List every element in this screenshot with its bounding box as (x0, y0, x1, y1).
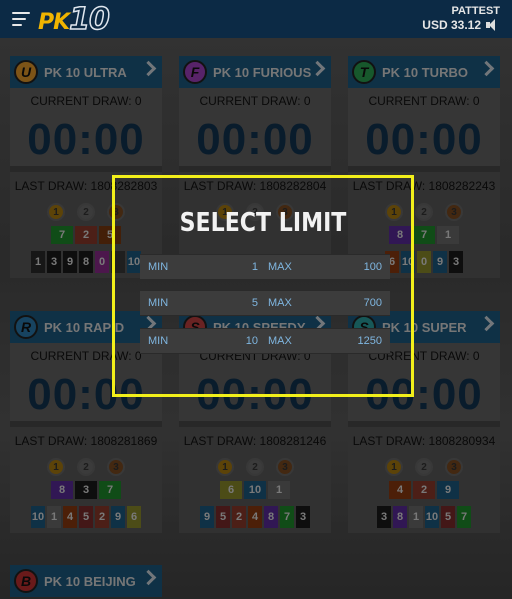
max-value: 100 (363, 261, 382, 273)
limit-option-row[interactable]: MIN 10 MAX 1250 (140, 328, 390, 354)
min-value: 5 (251, 297, 258, 309)
max-value: 700 (363, 297, 382, 309)
min-value: 10 (245, 335, 258, 347)
limit-option-row[interactable]: MIN 1 MAX 100 (140, 254, 390, 280)
max-label: MAX (268, 261, 292, 273)
user-info: PATTEST USD 33.12 (422, 4, 500, 32)
max-value: 1250 (357, 335, 382, 347)
username: PATTEST (451, 5, 500, 17)
hamburger-menu-icon[interactable] (12, 12, 30, 26)
min-label: MIN (148, 261, 169, 273)
sound-icon[interactable] (486, 19, 500, 31)
pk10-logo: PK10 (38, 1, 111, 38)
limit-option-row[interactable]: MIN 5 MAX 700 (140, 290, 390, 316)
balance: USD 33.12 (422, 18, 481, 32)
min-value: 1 (251, 261, 258, 273)
max-label: MAX (268, 297, 292, 309)
top-bar: PK10 PATTEST USD 33.12 (0, 0, 512, 38)
min-label: MIN (148, 335, 169, 347)
max-label: MAX (268, 335, 292, 347)
min-label: MIN (148, 297, 169, 309)
select-limit-title: SELECT LIMIT (179, 208, 347, 238)
